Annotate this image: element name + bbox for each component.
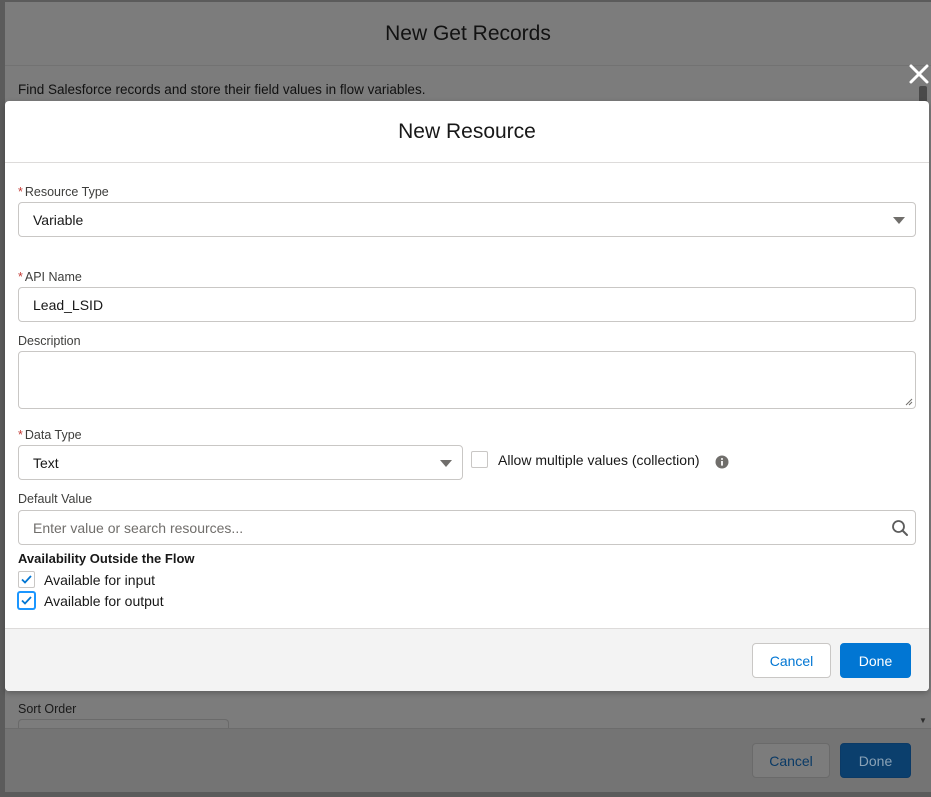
api-name-input[interactable]: Lead_LSID xyxy=(18,287,916,322)
background-cancel-button: Cancel xyxy=(752,743,830,778)
sort-order-label: Sort Order xyxy=(18,702,77,716)
check-icon xyxy=(21,575,32,584)
background-modal-title: New Get Records xyxy=(5,2,931,66)
description-label: Description xyxy=(18,334,81,348)
data-type-select[interactable]: Text xyxy=(18,445,463,480)
scroll-down-arrow-icon: ▼ xyxy=(919,716,927,725)
modal-title: New Resource xyxy=(5,101,929,163)
available-for-input-checkbox[interactable] xyxy=(18,571,35,588)
default-value-label: Default Value xyxy=(18,492,93,506)
resource-type-select[interactable]: Variable xyxy=(18,202,916,237)
background-modal-description: Find Salesforce records and store their … xyxy=(18,82,426,97)
available-for-output-checkbox[interactable] xyxy=(18,592,35,609)
default-value-input[interactable]: Enter value or search resources... xyxy=(18,510,916,545)
default-value-placeholder: Enter value or search resources... xyxy=(33,519,244,536)
allow-multiple-checkbox[interactable] xyxy=(471,451,488,468)
done-button[interactable]: Done xyxy=(840,643,911,678)
search-icon[interactable] xyxy=(891,519,909,537)
chevron-down-icon xyxy=(440,459,452,467)
background-done-button: Done xyxy=(840,743,911,778)
close-icon[interactable] xyxy=(905,60,931,88)
required-marker: * xyxy=(18,185,23,199)
resource-type-label: * Resource Type xyxy=(18,185,109,199)
check-icon xyxy=(21,596,32,605)
data-type-label: * Data Type xyxy=(18,428,82,442)
required-marker: * xyxy=(18,428,23,442)
cancel-button[interactable]: Cancel xyxy=(752,643,831,678)
info-icon[interactable] xyxy=(715,455,729,469)
allow-multiple-label: Allow multiple values (collection) xyxy=(498,452,700,468)
resize-handle-icon[interactable] xyxy=(905,398,913,406)
api-name-value: Lead_LSID xyxy=(33,296,104,313)
modal-footer: Cancel Done xyxy=(5,628,929,691)
background-modal-footer: Cancel Done xyxy=(5,728,931,792)
resource-type-value: Variable xyxy=(33,211,84,228)
availability-heading: Availability Outside the Flow xyxy=(18,551,195,566)
description-textarea[interactable] xyxy=(18,351,916,409)
available-for-input-label: Available for input xyxy=(44,572,156,588)
data-type-value: Text xyxy=(33,454,59,471)
required-marker: * xyxy=(18,270,23,284)
available-for-output-label: Available for output xyxy=(44,593,164,609)
api-name-label: * API Name xyxy=(18,270,82,284)
chevron-down-icon xyxy=(893,216,905,224)
new-resource-modal: New Resource * Resource Type Variable * AP… xyxy=(5,101,929,691)
